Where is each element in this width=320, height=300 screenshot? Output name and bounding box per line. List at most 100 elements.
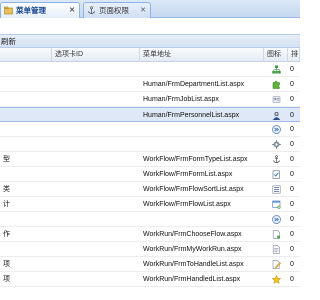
close-icon[interactable]: ✕ [69, 7, 75, 14]
cell-tab-id [52, 62, 140, 77]
cell-tab-id [52, 212, 140, 227]
cell-name [0, 108, 52, 123]
cell-order: 0 [290, 171, 294, 178]
cell-url: WorkRun/FrmToHandleList.aspx [143, 261, 244, 268]
table-row[interactable]: WorkFlow/FrmFormList.aspx 0 [0, 167, 300, 182]
cell-tab-id [52, 77, 140, 92]
cell-icon [264, 182, 288, 197]
column-header-icon[interactable]: 图标 [264, 48, 288, 62]
table-row[interactable]: Human/FrmDepartmentList.aspx 0 [0, 77, 300, 92]
cell-icon [264, 108, 288, 123]
column-header-tab-id[interactable]: 选项卡ID [52, 48, 140, 62]
edit-page-icon [272, 260, 281, 269]
tab-strip: 菜单管理 ✕ 页面权限 ✕ [0, 0, 300, 18]
grid-toolbar: 刷新 [0, 34, 300, 48]
window-icon [271, 200, 281, 209]
cell-tab-id [52, 227, 140, 242]
cell-tab-id [52, 197, 140, 212]
form-check-icon [272, 170, 281, 179]
cell-name: 计 [3, 201, 10, 208]
cell-tab-id [52, 137, 140, 152]
cell-name: 作 [3, 231, 10, 238]
gear-icon [271, 140, 281, 149]
menu-grid: 选项卡ID 菜单地址 图标 排 0 Human/FrmDepartmentList… [0, 48, 300, 287]
tab-label: 页面权限 [99, 6, 129, 15]
tab-page-permissions[interactable]: 页面权限 ✕ [83, 2, 151, 18]
cell-name [0, 92, 52, 107]
menu-folder-icon [4, 6, 13, 15]
cell-icon [264, 92, 288, 107]
table-row[interactable]: Human/FrmJobList.aspx 0 [0, 92, 300, 107]
new-page-icon [272, 230, 281, 239]
close-icon[interactable]: ✕ [140, 7, 146, 14]
cell-url: WorkRun/FrmMyWorkRun.aspx [143, 246, 242, 253]
cell-icon [264, 77, 288, 92]
cell-tab-id [52, 152, 140, 167]
table-row[interactable]: 0 [0, 62, 300, 77]
cell-order: 0 [290, 112, 294, 119]
cell-url [140, 122, 264, 137]
table-row[interactable]: WorkRun/FrmMyWorkRun.aspx 0 [0, 242, 300, 257]
table-row[interactable]: 项 WorkRun/FrmHandledList.aspx 0 [0, 272, 300, 287]
cell-tab-id [52, 108, 140, 123]
cell-order: 0 [290, 201, 294, 208]
forward-icon [271, 125, 281, 134]
cell-tab-id [52, 167, 140, 182]
cell-icon [264, 272, 288, 287]
cell-order: 0 [290, 96, 294, 103]
cell-url: WorkFlow/FrmFormTypeList.aspx [143, 156, 248, 163]
puzzle-icon [272, 80, 281, 89]
column-header-name[interactable] [0, 48, 52, 62]
cell-url: Human/FrmPersonnelList.aspx [143, 112, 240, 119]
tab-menu-management[interactable]: 菜单管理 ✕ [0, 2, 80, 18]
anchor-icon [272, 155, 281, 164]
cell-order: 0 [290, 66, 294, 73]
cell-url [140, 137, 264, 152]
list-icon [272, 185, 281, 194]
cell-icon [264, 242, 288, 257]
cell-url [140, 212, 264, 227]
cell-name: 类 [3, 186, 10, 193]
cell-order: 0 [290, 156, 294, 163]
table-row[interactable]: 型 WorkFlow/FrmFormTypeList.aspx 0 [0, 152, 300, 167]
refresh-button[interactable]: 刷新 [1, 36, 16, 47]
cell-order: 0 [290, 186, 294, 193]
cell-url: WorkFlow/FrmFlowSortList.aspx [143, 186, 244, 193]
table-row[interactable]: 计 WorkFlow/FrmFlowList.aspx 0 [0, 197, 300, 212]
document-icon [272, 245, 281, 254]
tab-label: 菜单管理 [16, 6, 46, 15]
cell-order: 0 [290, 126, 294, 133]
cell-order: 0 [290, 276, 294, 283]
cell-tab-id [52, 122, 140, 137]
cell-icon [264, 167, 288, 182]
cell-order: 0 [290, 81, 294, 88]
cell-name [0, 212, 52, 227]
grid-header: 选项卡ID 菜单地址 图标 排 [0, 48, 300, 62]
grid-body: 0 Human/FrmDepartmentList.aspx 0 Human/FrmJ… [0, 62, 300, 287]
cell-url: Human/FrmJobList.aspx [143, 96, 219, 103]
cell-icon [264, 257, 288, 272]
cell-name: 项 [3, 261, 10, 268]
table-row[interactable]: 作 WorkRun/FrmChooseFlow.aspx 0 [0, 227, 300, 242]
table-row[interactable]: 0 [0, 212, 300, 227]
cell-tab-id [52, 92, 140, 107]
cell-tab-id [52, 272, 140, 287]
anchor-icon [87, 6, 96, 15]
cell-icon [264, 197, 288, 212]
column-header-order[interactable]: 排 [288, 48, 300, 62]
cell-name [0, 167, 52, 182]
table-row[interactable]: 类 WorkFlow/FrmFlowSortList.aspx 0 [0, 182, 300, 197]
cell-name [0, 77, 52, 92]
column-header-url[interactable]: 菜单地址 [140, 48, 264, 62]
cell-url: WorkRun/FrmHandledList.aspx [143, 276, 241, 283]
cell-icon [264, 137, 288, 152]
cell-url: WorkFlow/FrmFlowList.aspx [143, 201, 231, 208]
toolbar-area [0, 18, 300, 34]
table-row[interactable]: 0 [0, 122, 300, 137]
cell-name: 型 [3, 156, 10, 163]
cell-order: 0 [290, 231, 294, 238]
table-row[interactable]: 项 WorkRun/FrmToHandleList.aspx 0 [0, 257, 300, 272]
table-row[interactable]: Human/FrmPersonnelList.aspx 0 [0, 107, 300, 122]
cell-tab-id [52, 242, 140, 257]
table-row[interactable]: 0 [0, 137, 300, 152]
